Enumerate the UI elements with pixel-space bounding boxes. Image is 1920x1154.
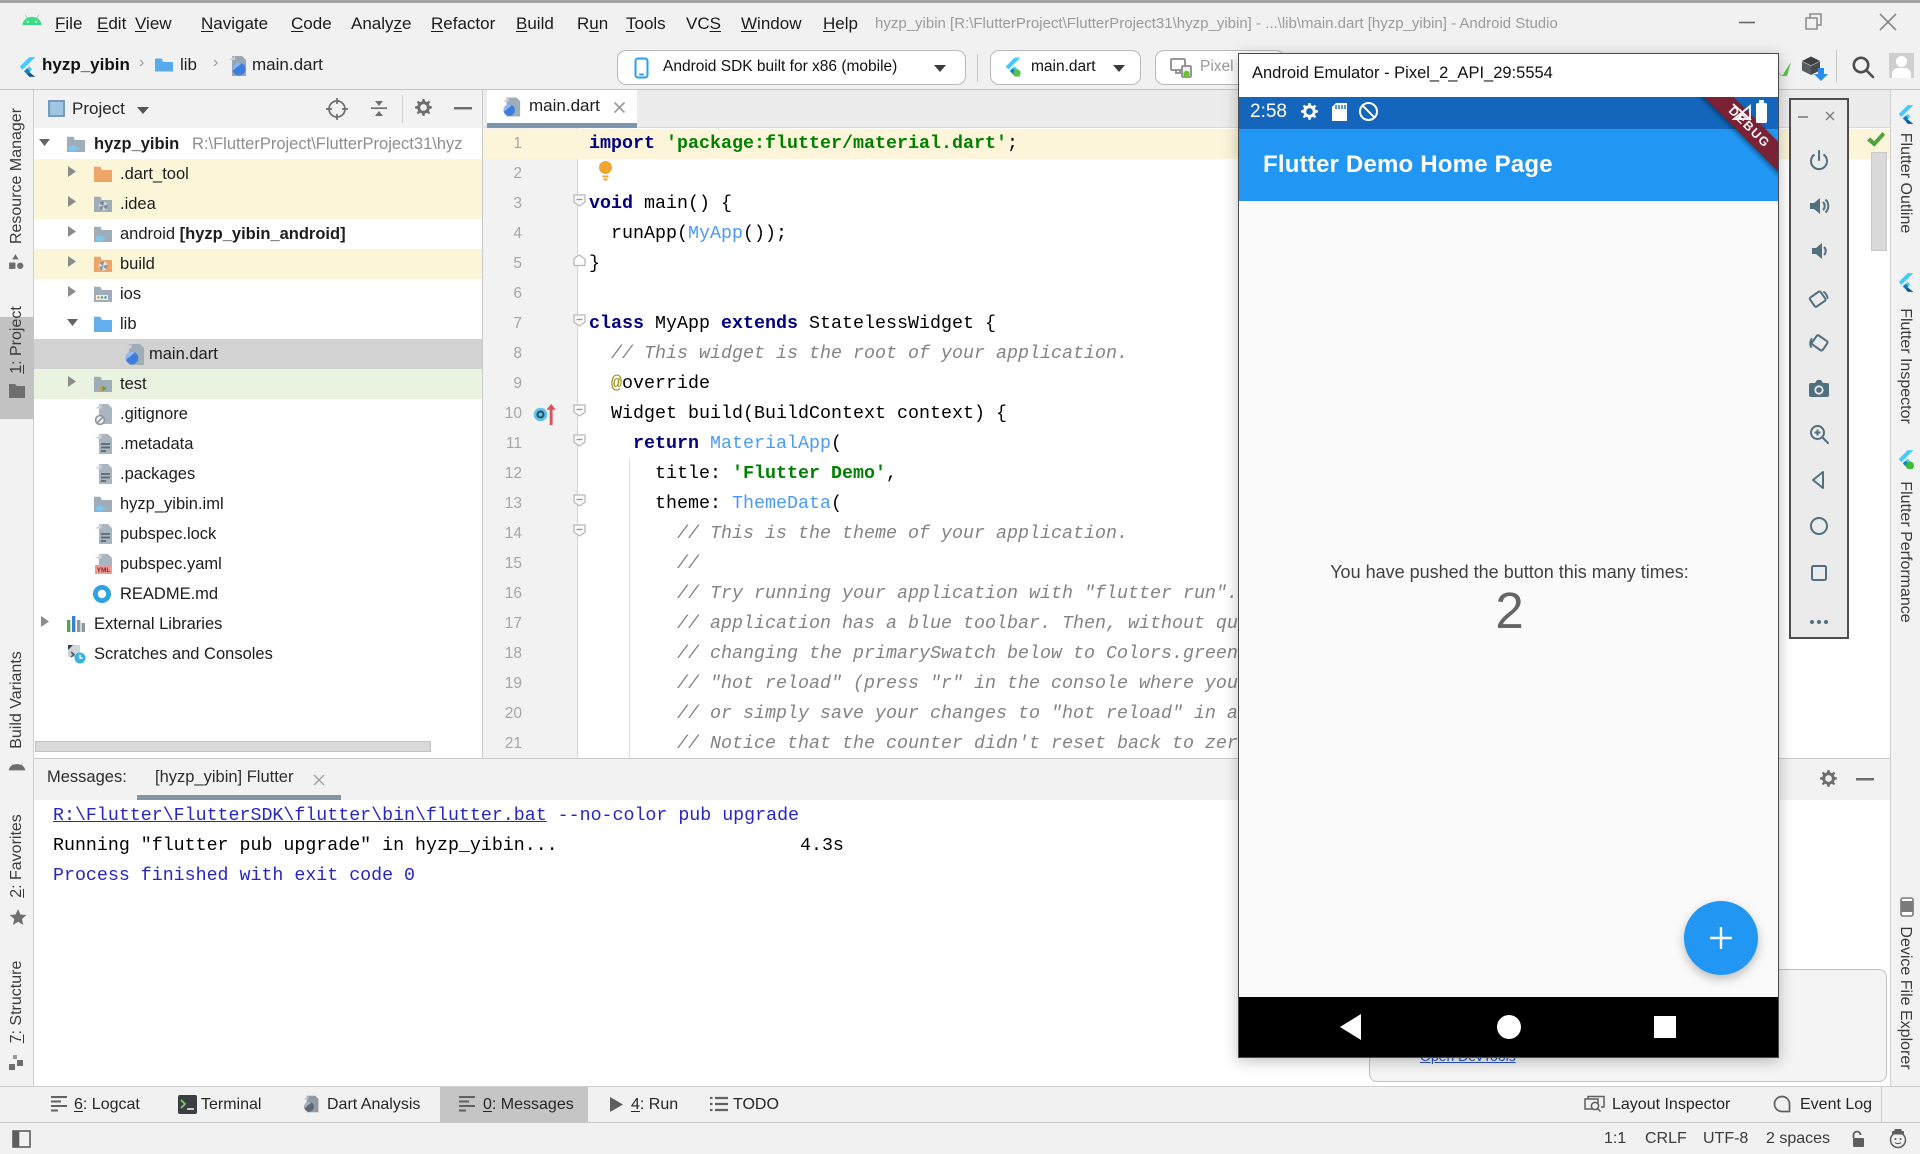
svg-text:YML: YML <box>97 567 111 574</box>
